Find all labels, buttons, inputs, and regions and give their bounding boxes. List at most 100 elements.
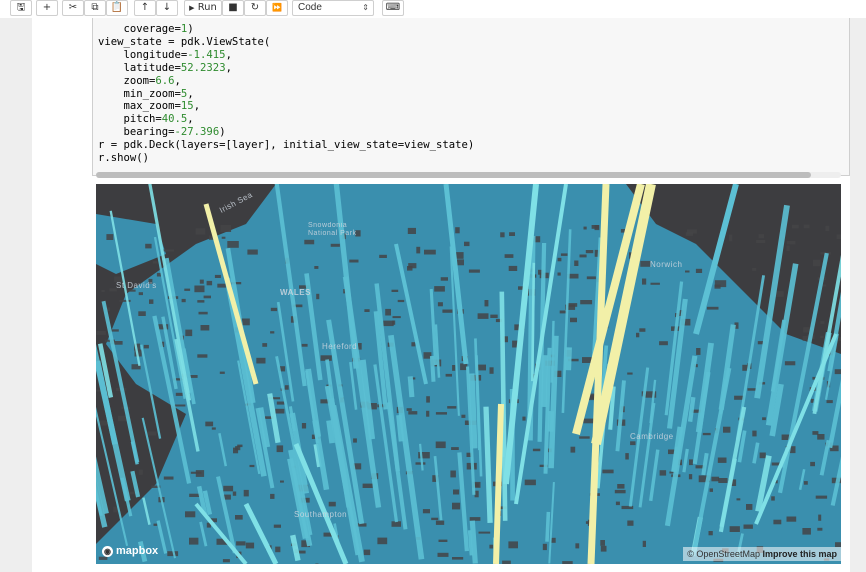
move-down-button[interactable]: ↓ [156, 0, 178, 16]
map-label: Hereford [322, 342, 358, 351]
data-bar [541, 355, 548, 407]
terrain-gap [786, 241, 796, 245]
terrain-gap [567, 303, 578, 307]
terrain-gap [364, 309, 370, 312]
terrain-gap [426, 396, 430, 403]
terrain-gap [149, 299, 154, 304]
scrollbar-thumb[interactable] [96, 172, 811, 178]
terrain-gap [358, 343, 362, 350]
terrain-gap [163, 249, 175, 252]
add-cell-button[interactable]: + [36, 0, 58, 16]
terrain-gap [96, 331, 106, 335]
code-line: longitude=-1.415, [98, 48, 232, 61]
terrain-gap [411, 342, 416, 347]
terrain-gap [316, 293, 320, 300]
terrain-gap [249, 464, 255, 468]
restart-run-all-button[interactable]: ⏩ [266, 0, 288, 16]
terrain-gap [696, 348, 701, 355]
attribution-text[interactable]: © OpenStreetMap [687, 549, 760, 559]
terrain-gap [223, 485, 234, 492]
terrain-gap [298, 550, 306, 554]
mapbox-logo[interactable]: ◉ mapbox [102, 545, 158, 557]
terrain-gap [636, 332, 640, 338]
cut-button[interactable]: ✂ [62, 0, 84, 16]
terrain-gap [145, 243, 152, 249]
run-button[interactable]: ▶ Run [184, 0, 222, 16]
interrupt-button[interactable]: ■ [222, 0, 244, 16]
terrain-gap [247, 249, 258, 255]
terrain-gap [642, 540, 646, 547]
code-line: max_zoom=15, [98, 100, 201, 113]
terrain-gap [220, 225, 232, 232]
terrain-gap [203, 295, 211, 299]
output-horizontal-scrollbar[interactable] [96, 172, 841, 178]
stop-icon: ■ [228, 2, 238, 13]
terrain-gap [579, 254, 587, 258]
terrain-gap [702, 432, 711, 436]
terrain-gap [199, 279, 204, 284]
terrain-gap [723, 426, 731, 433]
terrain-gap [426, 410, 430, 417]
terrain-gap [639, 328, 646, 332]
terrain-gap [508, 265, 518, 271]
terrain-gap [301, 423, 307, 429]
plus-icon: + [42, 2, 52, 13]
terrain-gap [478, 531, 491, 534]
terrain-gap [304, 239, 315, 245]
terrain-gap [301, 343, 308, 347]
terrain-gap [174, 404, 186, 407]
terrain-gap [687, 229, 697, 234]
terrain-gap [802, 528, 811, 535]
terrain-gap [469, 517, 481, 521]
move-up-button[interactable]: ↑ [134, 0, 156, 16]
terrain-gap [455, 227, 460, 234]
terrain-gap [211, 427, 216, 430]
restart-button[interactable]: ↻ [244, 0, 266, 16]
terrain-gap [489, 544, 494, 549]
terrain-gap [773, 519, 782, 525]
map-label: WALES [280, 288, 311, 297]
terrain-gap [270, 331, 275, 334]
terrain-gap [468, 269, 480, 273]
code-cell[interactable]: coverage=1) view_state = pdk.ViewState( … [92, 18, 850, 176]
terrain-gap [820, 321, 825, 324]
terrain-gap [758, 234, 764, 239]
terrain-gap [447, 406, 457, 409]
terrain-gap [438, 539, 448, 542]
terrain-gap [198, 311, 208, 315]
terrain-gap [379, 254, 387, 258]
terrain-gap [406, 408, 412, 411]
fast-forward-icon: ⏩ [272, 3, 282, 12]
command-palette-button[interactable]: ⌨ [382, 0, 404, 16]
code-line: coverage=1) [98, 23, 194, 35]
terrain-gap [391, 521, 401, 527]
terrain-gap [817, 527, 823, 531]
paste-button[interactable]: 📋 [106, 0, 128, 16]
cut-icon: ✂ [68, 2, 78, 13]
save-icon: 🖫 [16, 2, 26, 13]
terrain-gap [585, 250, 594, 254]
terrain-gap [709, 488, 713, 492]
terrain-gap [711, 476, 720, 482]
copy-button[interactable]: ⧉ [84, 0, 106, 16]
deck-map[interactable]: Irish Sea Snowdonia National Park WALES … [96, 184, 841, 564]
terrain-gap [236, 541, 246, 546]
terrain-gap [273, 524, 281, 528]
copy-icon: ⧉ [91, 2, 99, 13]
notebook-left-margin [0, 18, 32, 572]
keyboard-icon: ⌨ [385, 2, 401, 13]
improve-map-link[interactable]: Improve this map [762, 549, 837, 559]
terrain-gap [659, 470, 667, 476]
cell-type-select[interactable]: Code ⇕ [292, 0, 374, 16]
terrain-gap [119, 299, 131, 302]
save-button[interactable]: 🖫 [10, 0, 32, 16]
code-editor[interactable]: coverage=1) view_state = pdk.ViewState( … [98, 23, 474, 165]
terrain-gap [445, 373, 452, 377]
terrain-gap [759, 452, 766, 459]
terrain-gap [222, 559, 230, 563]
map-canvas[interactable] [96, 184, 841, 564]
terrain-gap [602, 469, 614, 474]
terrain-gap [363, 549, 371, 556]
terrain-gap [452, 502, 461, 510]
terrain-gap [235, 446, 241, 451]
